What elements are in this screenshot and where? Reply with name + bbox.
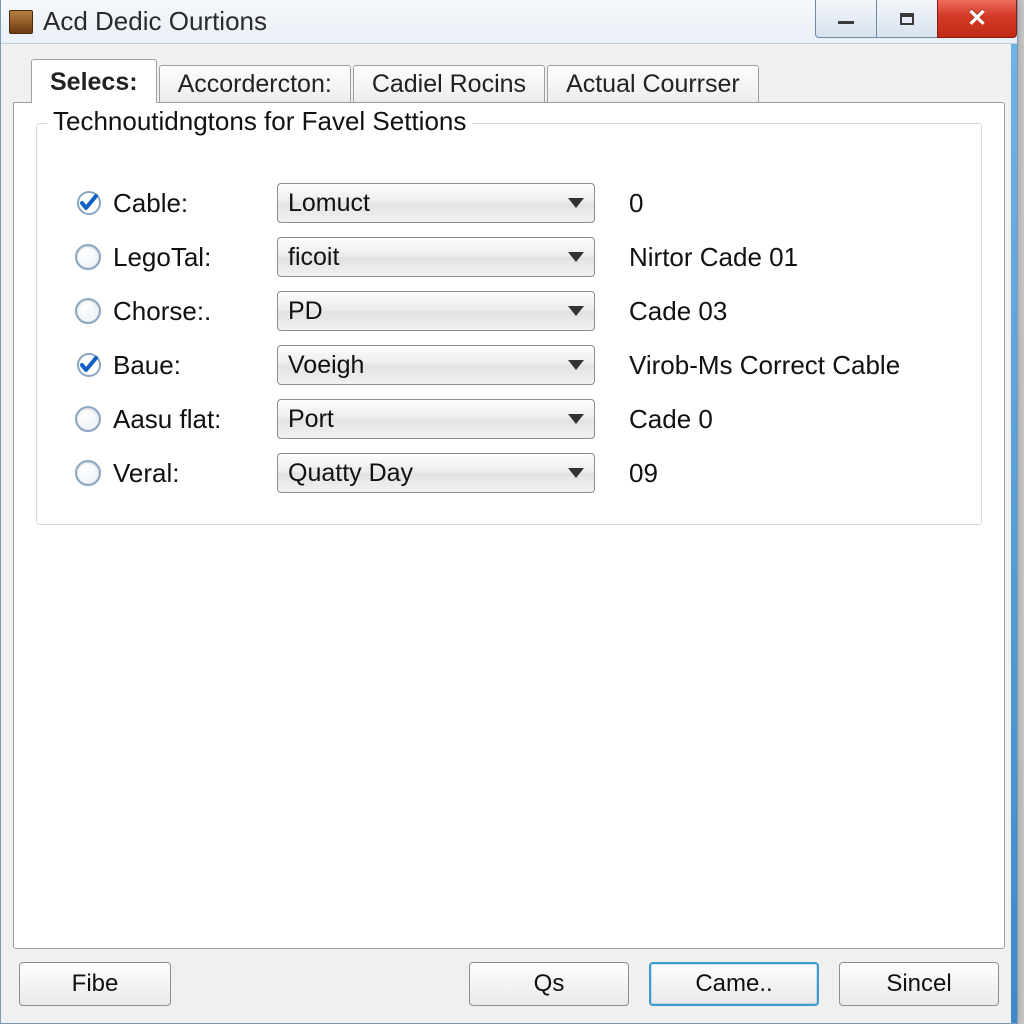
chevron-down-icon — [568, 414, 584, 424]
radio-cable[interactable] — [75, 189, 103, 217]
option-desc: Cade 03 — [611, 296, 953, 327]
window-controls: ✕ — [816, 0, 1017, 38]
dialog-window: Acd Dedic Ourtions ✕ Selecs: Accordercto… — [0, 0, 1018, 1024]
chevron-down-icon — [568, 306, 584, 316]
option-desc: Cade 0 — [611, 404, 953, 435]
chevron-down-icon — [568, 198, 584, 208]
dialog-button-row: Fibe Qs Came.. Sincel — [19, 961, 999, 1007]
titlebar[interactable]: Acd Dedic Ourtions ✕ — [1, 0, 1017, 44]
combo-cable[interactable]: Lomuct — [277, 183, 595, 223]
option-desc: Nirtor Cade 01 — [611, 242, 953, 273]
ok-button[interactable]: Qs — [469, 962, 629, 1006]
option-row: Baue: Voeigh Virob-Ms Correct Cable — [75, 338, 953, 392]
window-border-right — [1011, 44, 1017, 1023]
option-label: Cable: — [113, 188, 277, 219]
radio-veral[interactable] — [75, 460, 101, 486]
chevron-down-icon — [568, 468, 584, 478]
client-area: Selecs: Accordercton: Cadiel Rocins Actu… — [13, 58, 1005, 949]
option-row: Veral: Quatty Day 09 — [75, 446, 953, 500]
option-desc: 0 — [611, 188, 953, 219]
tabstrip: Selecs: Accordercton: Cadiel Rocins Actu… — [13, 58, 1005, 102]
option-label: Baue: — [113, 350, 277, 381]
close-button[interactable]: ✕ — [937, 0, 1017, 38]
radio-aasu-flat[interactable] — [75, 406, 101, 432]
combo-veral[interactable]: Quatty Day — [277, 453, 595, 493]
tab-accordercton[interactable]: Accordercton: — [159, 65, 351, 103]
fibe-button[interactable]: Fibe — [19, 962, 171, 1006]
minimize-button[interactable] — [815, 0, 877, 38]
groupbox-favel-settions: Technoutidngtons for Favel Settions Cabl… — [36, 123, 982, 525]
maximize-button[interactable] — [876, 0, 938, 38]
option-row: Chorse:. PD Cade 03 — [75, 284, 953, 338]
tab-panel: Technoutidngtons for Favel Settions Cabl… — [13, 102, 1005, 949]
option-label: LegoTal: — [113, 242, 277, 273]
combo-chorse[interactable]: PD — [277, 291, 595, 331]
combo-aasu-flat[interactable]: Port — [277, 399, 595, 439]
window-title: Acd Dedic Ourtions — [43, 6, 267, 37]
combo-baue[interactable]: Voeigh — [277, 345, 595, 385]
chevron-down-icon — [568, 360, 584, 370]
option-desc: Virob-Ms Correct Cable — [611, 350, 953, 381]
chevron-down-icon — [568, 252, 584, 262]
option-desc: 09 — [611, 458, 953, 489]
option-label: Aasu flat: — [113, 404, 277, 435]
combo-legotal[interactable]: ficoit — [277, 237, 595, 277]
option-label: Chorse:. — [113, 296, 277, 327]
radio-chorse[interactable] — [75, 298, 101, 324]
app-icon — [9, 10, 33, 34]
option-row: Aasu flat: Port Cade 0 — [75, 392, 953, 446]
option-row: Cable: Lomuct 0 — [75, 176, 953, 230]
radio-baue[interactable] — [75, 351, 103, 379]
option-label: Veral: — [113, 458, 277, 489]
default-button[interactable]: Came.. — [649, 962, 819, 1006]
tab-actual-courrser[interactable]: Actual Courrser — [547, 65, 759, 103]
tab-cadiel-rocins[interactable]: Cadiel Rocins — [353, 65, 545, 103]
radio-legotal[interactable] — [75, 244, 101, 270]
option-row: LegoTal: ficoit Nirtor Cade 01 — [75, 230, 953, 284]
tab-selecs[interactable]: Selecs: — [31, 59, 157, 103]
cancel-button[interactable]: Sincel — [839, 962, 999, 1006]
groupbox-title: Technoutidngtons for Favel Settions — [47, 106, 472, 137]
